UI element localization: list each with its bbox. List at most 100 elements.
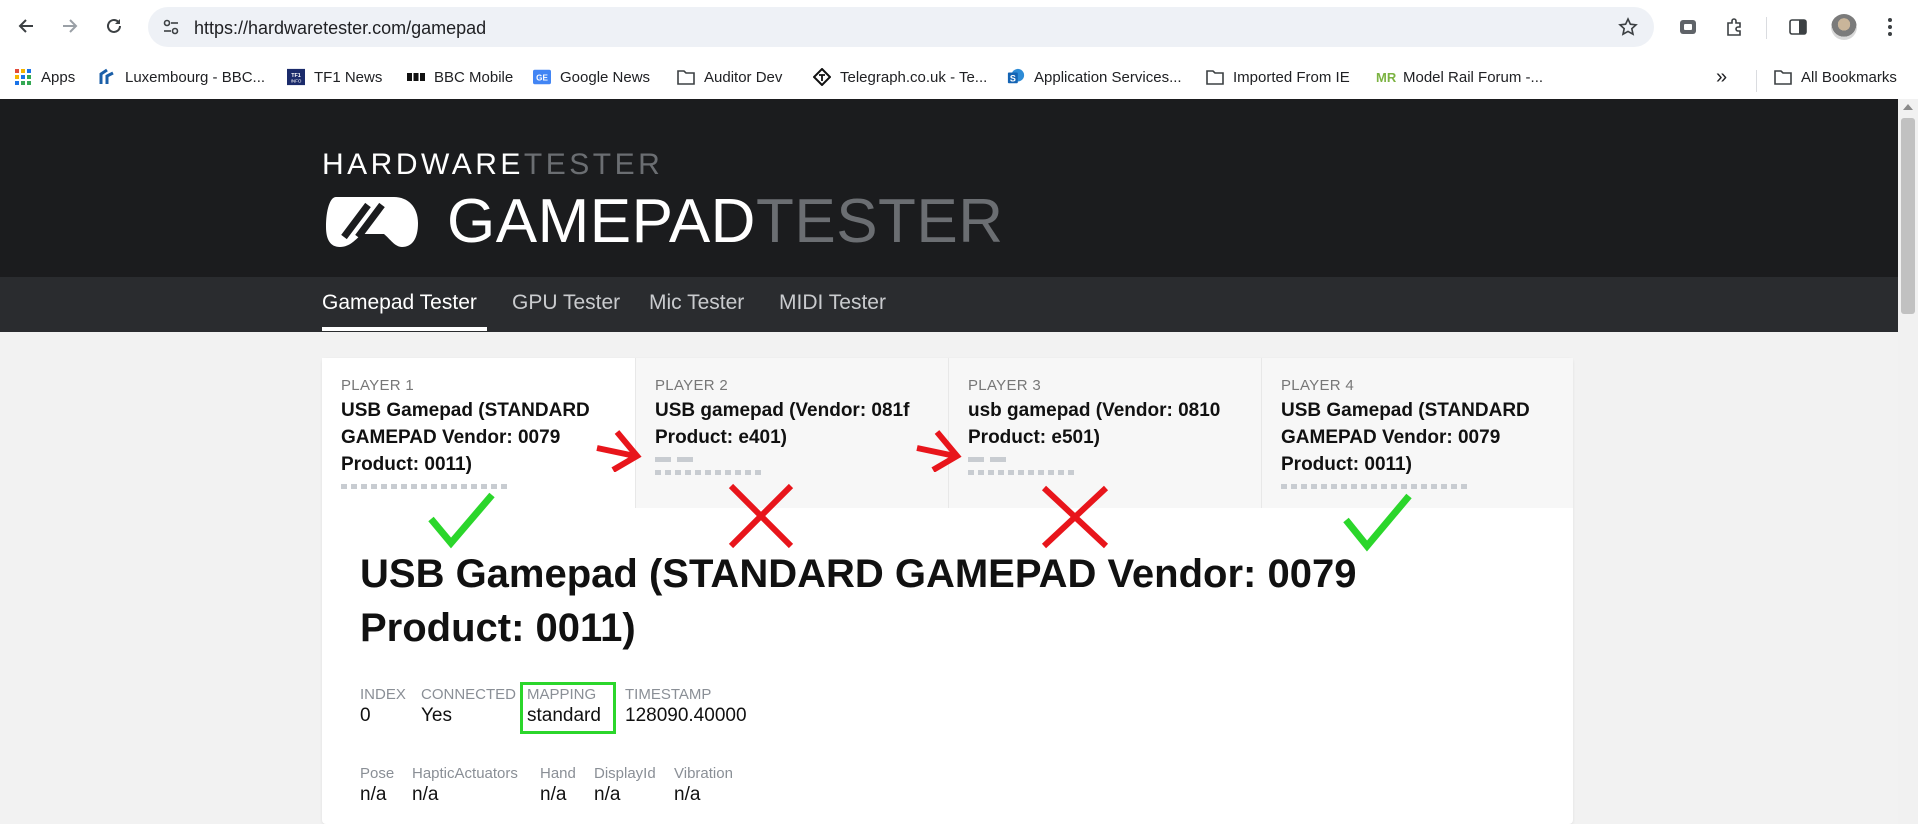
field-value: n/a bbox=[540, 784, 567, 805]
side-panel-button[interactable] bbox=[1782, 11, 1814, 43]
puzzle-icon bbox=[1727, 18, 1741, 36]
bookmark-label: Luxembourg - BBC... bbox=[125, 68, 266, 86]
folder-icon bbox=[1774, 68, 1792, 86]
field-key: Vibration bbox=[674, 765, 733, 782]
hand-field: Hand n/a bbox=[540, 765, 576, 807]
tf1-favicon: TF1 INFO bbox=[287, 68, 305, 86]
player-name: USB gamepad (Vendor: 081f Product: e401) bbox=[655, 400, 910, 448]
bookmark-label: Application Services... bbox=[1034, 68, 1182, 86]
back-button[interactable] bbox=[10, 10, 42, 42]
browser-toolbar: https://hardwaretester.com/gamepad bbox=[0, 0, 1918, 54]
bookmark-bbc-mobile[interactable]: BBC Mobile bbox=[407, 64, 513, 90]
scroll-up-icon[interactable] bbox=[1903, 104, 1913, 110]
player-name: USB Gamepad (STANDARD GAMEPAD Vendor: 00… bbox=[1281, 400, 1530, 475]
field-value: standard bbox=[527, 705, 601, 726]
bookmark-apps[interactable]: Apps bbox=[14, 64, 75, 90]
field-value: n/a bbox=[360, 784, 387, 805]
svg-text:MR: MR bbox=[1376, 70, 1397, 84]
site-nav bbox=[0, 277, 1898, 332]
profile-button[interactable] bbox=[1828, 11, 1860, 43]
folder-icon bbox=[677, 68, 695, 86]
button-indicators bbox=[341, 484, 507, 489]
nav-gpu-tester[interactable]: GPU Tester bbox=[512, 291, 620, 315]
axis-indicators bbox=[655, 457, 693, 462]
bbc-favicon bbox=[98, 68, 116, 86]
connected-field: CONNECTED Yes bbox=[421, 686, 516, 728]
haptic-actuators-field: HapticActuators n/a bbox=[412, 765, 518, 807]
scrollbar-thumb[interactable] bbox=[1901, 118, 1915, 314]
bookmark-label: Model Rail Forum -... bbox=[1403, 68, 1544, 86]
bookmark-label: TF1 News bbox=[314, 68, 383, 86]
sharepoint-favicon: S bbox=[1007, 68, 1025, 86]
svg-text:GE: GE bbox=[536, 74, 548, 83]
all-bookmarks-label: All Bookmarks bbox=[1801, 68, 1897, 86]
extensions-button[interactable] bbox=[1718, 11, 1750, 43]
bookmark-model-rail-forum[interactable]: MR Model Rail Forum -... bbox=[1376, 64, 1543, 90]
bookmark-label: Imported From IE bbox=[1233, 68, 1350, 86]
tab-player-1[interactable]: PLAYER 1 USB Gamepad (STANDARD GAMEPAD V… bbox=[322, 358, 635, 508]
bookmark-label: BBC Mobile bbox=[434, 68, 514, 86]
red-cross-icon bbox=[1041, 485, 1109, 549]
pose-field: Pose n/a bbox=[360, 765, 394, 807]
star-icon[interactable] bbox=[1618, 17, 1638, 37]
page-brand-title: GAMEPADTESTER bbox=[447, 186, 1004, 258]
field-key: Hand bbox=[540, 765, 576, 782]
field-value: Yes bbox=[421, 705, 452, 726]
active-nav-indicator bbox=[322, 327, 487, 331]
svg-text:INFO: INFO bbox=[291, 78, 302, 83]
telegraph-favicon bbox=[813, 68, 831, 86]
address-bar[interactable]: https://hardwaretester.com/gamepad bbox=[148, 7, 1654, 47]
reload-icon bbox=[107, 18, 121, 33]
apps-grid-icon bbox=[14, 68, 32, 86]
field-key: MAPPING bbox=[527, 686, 597, 703]
google-news-favicon: GE bbox=[533, 68, 551, 86]
bookmarks-divider bbox=[1756, 70, 1757, 92]
forward-button[interactable] bbox=[54, 10, 86, 42]
field-key: TIMESTAMP bbox=[625, 686, 712, 703]
player-label: PLAYER 4 bbox=[1281, 377, 1354, 394]
bookmark-google-news[interactable]: GE Google News bbox=[533, 64, 650, 90]
more-bookmarks-button[interactable]: » bbox=[1716, 64, 1727, 90]
bookmark-telegraph[interactable]: Telegraph.co.uk - Te... bbox=[813, 64, 987, 90]
reload-button[interactable] bbox=[98, 10, 130, 42]
site-info-icon[interactable] bbox=[162, 18, 180, 36]
vibration-field: Vibration n/a bbox=[674, 765, 733, 807]
field-value: 128090.40000 bbox=[625, 705, 747, 726]
red-arrow-icon bbox=[916, 430, 962, 472]
bookmark-imported-from-ie[interactable]: Imported From IE bbox=[1206, 64, 1350, 90]
display-id-field: DisplayId n/a bbox=[594, 765, 656, 807]
bookmark-luxembourg[interactable]: Luxembourg - BBC... bbox=[98, 64, 265, 90]
bookmarks-bar: Apps Luxembourg - BBC... TF1 INFO TF1 New… bbox=[0, 54, 1918, 99]
green-check-icon bbox=[1343, 493, 1412, 552]
nav-midi-tester[interactable]: MIDI Tester bbox=[779, 291, 886, 315]
red-arrow-icon bbox=[596, 430, 642, 472]
back-icon bbox=[18, 19, 33, 33]
field-value: 0 bbox=[360, 705, 371, 726]
site-brand[interactable]: HARDWARETESTER bbox=[322, 148, 663, 182]
brand-tester-big: TESTER bbox=[755, 187, 1004, 256]
extension-button[interactable] bbox=[1672, 11, 1704, 43]
player-name: usb gamepad (Vendor: 0810 Product: e501) bbox=[968, 400, 1221, 448]
bookmark-label: Apps bbox=[41, 68, 76, 86]
player-label: PLAYER 3 bbox=[968, 377, 1041, 394]
more-icon bbox=[1888, 18, 1892, 36]
url-text[interactable]: https://hardwaretester.com/gamepad bbox=[194, 18, 486, 39]
mapping-field: MAPPING standard bbox=[527, 686, 601, 728]
brand-gamepad: GAMEPAD bbox=[447, 187, 756, 256]
bookmark-application-services[interactable]: S Application Services... bbox=[1007, 64, 1182, 90]
bbc-mobile-favicon bbox=[407, 68, 425, 86]
nav-mic-tester[interactable]: Mic Tester bbox=[649, 291, 744, 315]
green-check-icon bbox=[428, 492, 495, 549]
bookmark-auditor-dev[interactable]: Auditor Dev bbox=[677, 64, 782, 90]
tab-player-4[interactable]: PLAYER 4 USB Gamepad (STANDARD GAMEPAD V… bbox=[1261, 358, 1573, 508]
more-menu-button[interactable] bbox=[1874, 11, 1906, 43]
axis-indicators bbox=[968, 457, 1006, 462]
bookmark-tf1[interactable]: TF1 INFO TF1 News bbox=[287, 64, 382, 90]
index-field: INDEX 0 bbox=[360, 686, 406, 728]
player-name: USB Gamepad (STANDARD GAMEPAD Vendor: 00… bbox=[341, 400, 590, 475]
all-bookmarks-button[interactable]: All Bookmarks bbox=[1774, 64, 1897, 90]
folder-icon bbox=[1206, 68, 1224, 86]
nav-gamepad-tester[interactable]: Gamepad Tester bbox=[322, 291, 477, 315]
side-panel-icon bbox=[1789, 19, 1807, 35]
bookmark-label: Auditor Dev bbox=[704, 68, 783, 86]
